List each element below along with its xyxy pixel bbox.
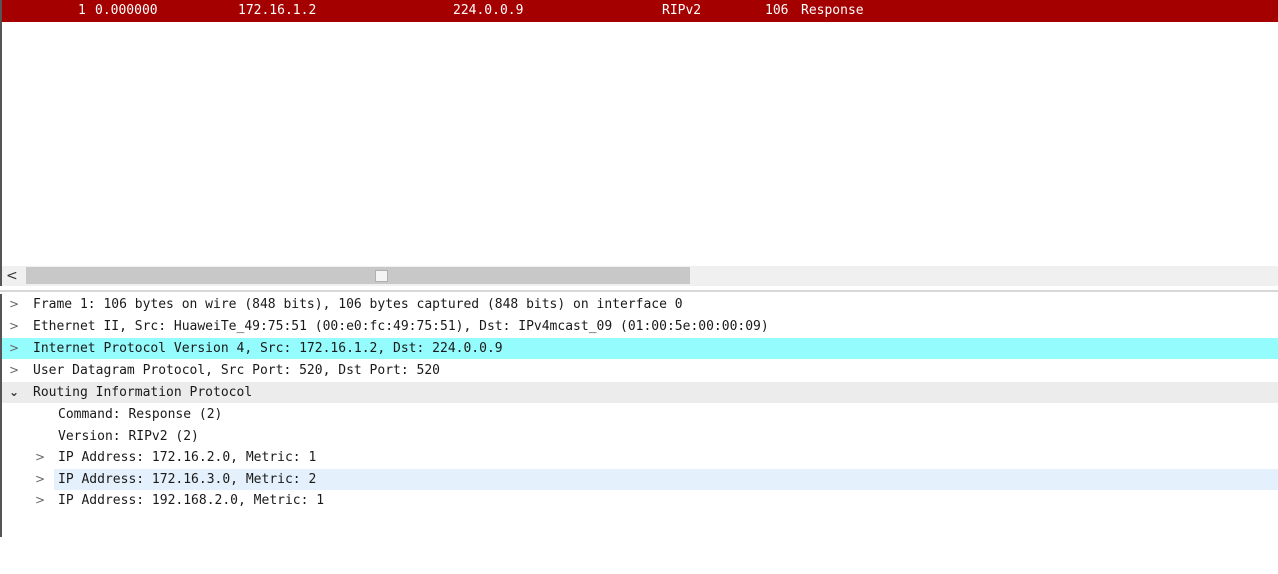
horizontal-scrollbar[interactable]: <: [0, 266, 1278, 286]
packet-row[interactable]: 1 0.000000 172.16.1.2 224.0.0.9 RIPv2 10…: [2, 0, 1278, 22]
scrollbar-track[interactable]: [26, 267, 690, 284]
tree-row-ip-address[interactable]: > IP Address: 172.16.3.0, Metric: 2: [35, 469, 1278, 490]
tree-row-rip[interactable]: ⌄ Routing Information Protocol: [2, 382, 1278, 403]
tree-row-label: Routing Information Protocol: [33, 385, 253, 400]
tree-row-ip-address[interactable]: > IP Address: 172.16.2.0, Metric: 1: [2, 447, 1278, 468]
expand-chevron-icon[interactable]: >: [34, 469, 46, 490]
tree-row-version[interactable]: Version: RIPv2 (2): [2, 426, 1278, 447]
expand-chevron-icon[interactable]: >: [34, 447, 46, 468]
packet-protocol: RIPv2: [662, 3, 702, 18]
tree-row-label: User Datagram Protocol, Src Port: 520, D…: [33, 363, 440, 378]
expand-chevron-icon[interactable]: >: [34, 490, 46, 511]
tree-row-label: IP Address: 172.16.2.0, Metric: 1: [58, 450, 317, 465]
packet-source: 172.16.1.2: [238, 3, 317, 18]
expand-chevron-icon[interactable]: >: [8, 360, 20, 381]
tree-row-label: Internet Protocol Version 4, Src: 172.16…: [33, 341, 503, 356]
packet-info: Response: [801, 3, 864, 18]
tree-row-udp[interactable]: > User Datagram Protocol, Src Port: 520,…: [2, 360, 1278, 381]
scrollbar-thumb[interactable]: [375, 270, 388, 282]
collapse-chevron-icon[interactable]: ⌄: [8, 382, 20, 403]
tree-row-label: IP Address: 192.168.2.0, Metric: 1: [58, 493, 325, 508]
tree-row-ip-address[interactable]: > IP Address: 192.168.2.0, Metric: 1: [2, 490, 1278, 511]
tree-row-command[interactable]: Command: Response (2): [2, 404, 1278, 425]
tree-row-label: Version: RIPv2 (2): [58, 429, 199, 444]
expand-chevron-icon[interactable]: >: [8, 338, 20, 359]
packet-destination: 224.0.0.9: [453, 3, 524, 18]
expand-chevron-icon[interactable]: >: [8, 316, 20, 337]
tree-row-label: IP Address: 172.16.3.0, Metric: 2: [58, 472, 317, 487]
packet-number: 1: [78, 3, 86, 18]
expand-chevron-icon[interactable]: >: [8, 294, 20, 315]
packet-time: 0.000000: [95, 3, 158, 18]
tree-row-ipv4[interactable]: > Internet Protocol Version 4, Src: 172.…: [2, 338, 1278, 359]
pane-splitter[interactable]: [0, 290, 1278, 292]
packet-details-pane: > Frame 1: 106 bytes on wire (848 bits),…: [0, 294, 1278, 537]
tree-row-ethernet[interactable]: > Ethernet II, Src: HuaweiTe_49:75:51 (0…: [2, 316, 1278, 337]
tree-row-frame[interactable]: > Frame 1: 106 bytes on wire (848 bits),…: [2, 294, 1278, 315]
scroll-left-arrow-icon[interactable]: <: [6, 266, 18, 286]
tree-row-label: Frame 1: 106 bytes on wire (848 bits), 1…: [33, 297, 683, 312]
packet-length: 106: [765, 3, 789, 18]
tree-row-label: Command: Response (2): [58, 407, 223, 422]
tree-row-label: Ethernet II, Src: HuaweiTe_49:75:51 (00:…: [33, 319, 769, 334]
packet-list-pane: 1 0.000000 172.16.1.2 224.0.0.9 RIPv2 10…: [0, 0, 1278, 266]
